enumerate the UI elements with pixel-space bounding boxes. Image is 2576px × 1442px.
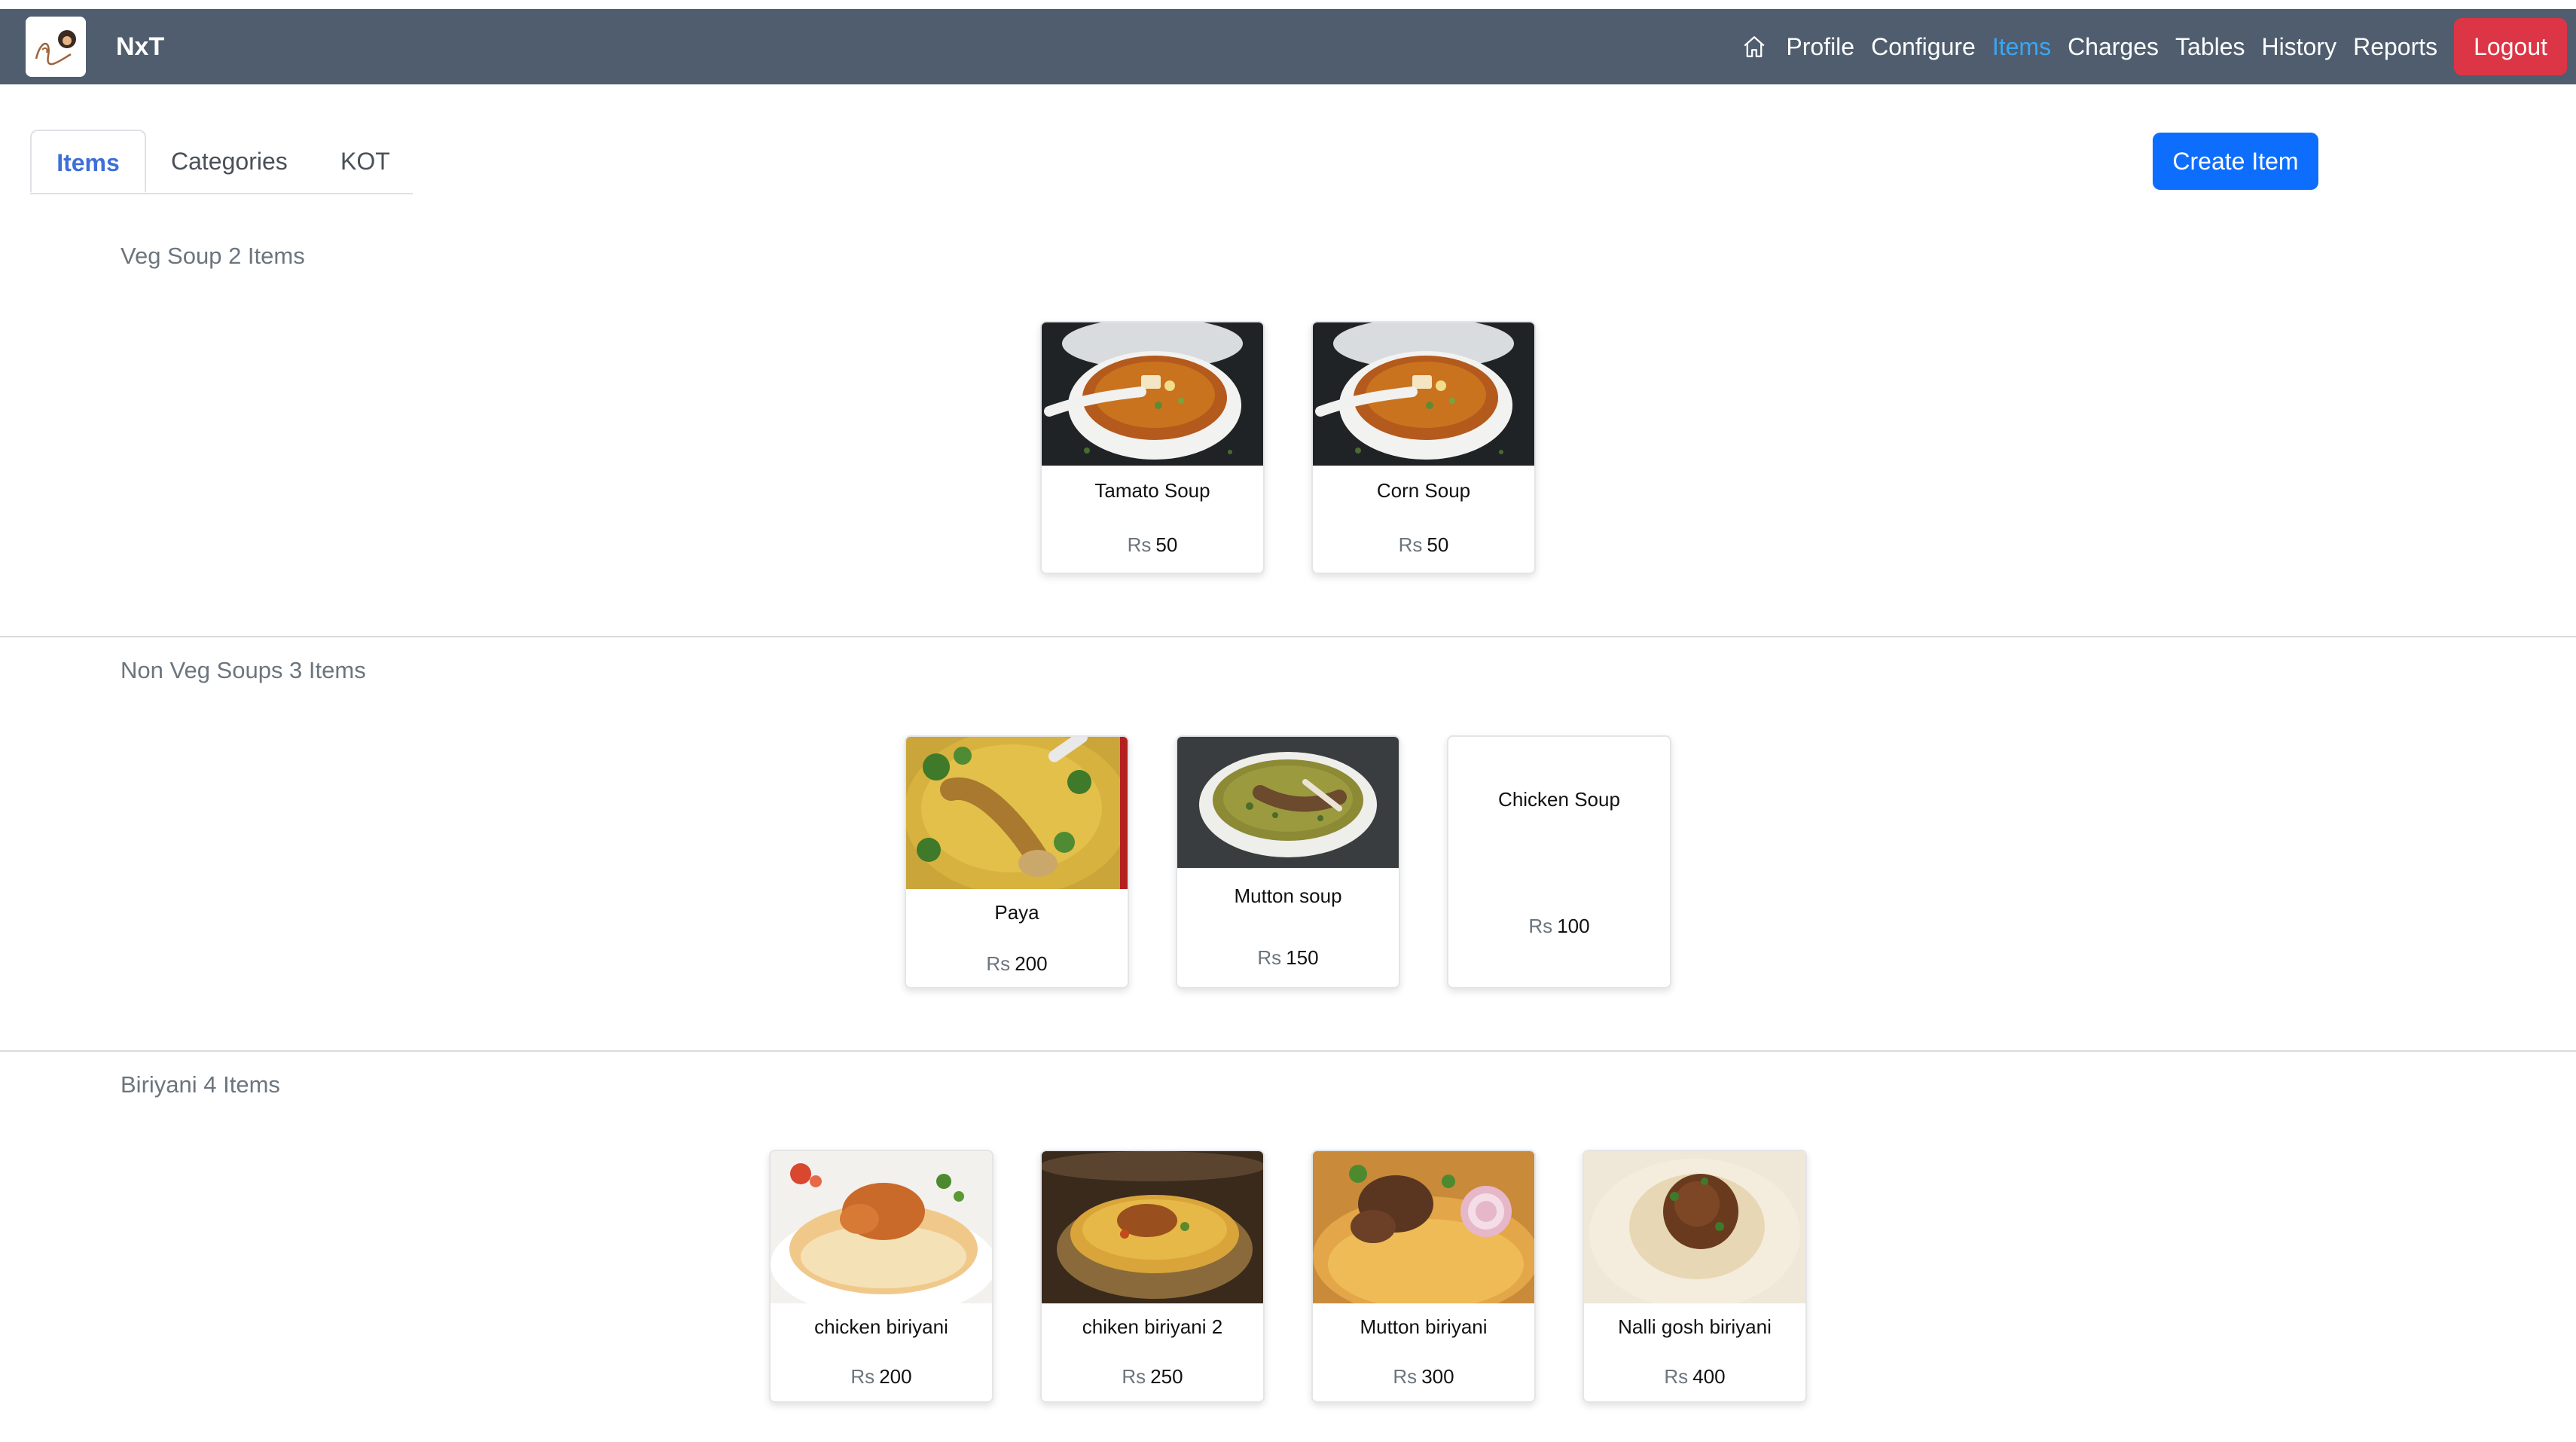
price-value: 150 bbox=[1286, 946, 1319, 969]
home-icon[interactable] bbox=[1739, 32, 1769, 62]
item-name: Nalli gosh biriyani bbox=[1618, 1315, 1772, 1338]
currency-label: Rs bbox=[850, 1365, 875, 1388]
currency-label: Rs bbox=[1664, 1365, 1689, 1388]
currency-label: Rs bbox=[1393, 1365, 1418, 1388]
item-name: chiken biriyani 2 bbox=[1082, 1315, 1223, 1338]
section-divider bbox=[0, 1050, 2576, 1052]
item-photo bbox=[1042, 1151, 1263, 1303]
price-value: 50 bbox=[1155, 533, 1178, 556]
item-price: Rs 200 bbox=[906, 952, 1128, 976]
nav-tables[interactable]: Tables bbox=[2175, 33, 2245, 61]
nav-items[interactable]: Items bbox=[1992, 33, 2051, 61]
item-card[interactable]: Tamato Soup Rs 50 bbox=[1040, 321, 1265, 574]
item-photo bbox=[1177, 737, 1399, 868]
item-price: Rs 200 bbox=[771, 1365, 992, 1389]
top-strip bbox=[0, 0, 2576, 9]
currency-label: Rs bbox=[1127, 533, 1152, 556]
item-photo bbox=[1584, 1151, 1805, 1303]
navbar: NxT Profile Configure Items Charges Tabl… bbox=[0, 9, 2576, 84]
price-value: 200 bbox=[1015, 952, 1048, 975]
item-photo bbox=[1042, 322, 1263, 466]
item-card[interactable]: Paya Rs 200 bbox=[905, 735, 1129, 988]
item-name: Mutton soup bbox=[1234, 884, 1342, 907]
item-photo bbox=[1313, 322, 1534, 466]
item-photo bbox=[771, 1151, 992, 1303]
brand-name[interactable]: NxT bbox=[116, 9, 164, 84]
item-name: Tamato Soup bbox=[1094, 479, 1210, 502]
section-divider bbox=[0, 636, 2576, 637]
nav-reports[interactable]: Reports bbox=[2353, 33, 2437, 61]
item-card[interactable]: Nalli gosh biriyani Rs 400 bbox=[1583, 1150, 1807, 1403]
tab-categories[interactable]: Categories bbox=[171, 130, 288, 193]
tab-kot[interactable]: KOT bbox=[340, 130, 390, 193]
item-price: Rs 400 bbox=[1584, 1365, 1805, 1389]
logo-image bbox=[26, 17, 86, 77]
item-card[interactable]: Chicken Soup Rs 100 bbox=[1447, 735, 1671, 988]
nav-configure[interactable]: Configure bbox=[1871, 33, 1976, 61]
price-value: 250 bbox=[1150, 1365, 1183, 1388]
item-card[interactable]: Corn Soup Rs 50 bbox=[1311, 321, 1536, 574]
item-card[interactable]: chiken biriyani 2 Rs 250 bbox=[1040, 1150, 1265, 1403]
section-title-veg-soup: Veg Soup 2 Items bbox=[121, 243, 305, 269]
main-nav: Profile Configure Items Charges Tables H… bbox=[1739, 9, 2567, 84]
brand-logo[interactable] bbox=[26, 17, 86, 77]
item-price: Rs 50 bbox=[1042, 533, 1263, 557]
currency-label: Rs bbox=[1528, 915, 1553, 937]
create-item-button[interactable]: Create Item bbox=[2153, 133, 2318, 190]
item-name: chicken biriyani bbox=[814, 1315, 948, 1338]
item-price: Rs 100 bbox=[1448, 915, 1670, 938]
item-photo bbox=[906, 737, 1128, 889]
item-price: Rs 300 bbox=[1313, 1365, 1534, 1389]
item-name: Mutton biriyani bbox=[1360, 1315, 1488, 1338]
item-card[interactable]: Mutton biriyani Rs 300 bbox=[1311, 1150, 1536, 1403]
item-price: Rs 50 bbox=[1313, 533, 1534, 557]
currency-label: Rs bbox=[1398, 533, 1423, 556]
item-tabs: Items Categories KOT bbox=[30, 130, 413, 194]
price-value: 50 bbox=[1427, 533, 1449, 556]
currency-label: Rs bbox=[1257, 946, 1282, 969]
item-name: Paya bbox=[994, 901, 1039, 924]
logout-button[interactable]: Logout bbox=[2454, 18, 2567, 75]
nav-charges[interactable]: Charges bbox=[2068, 33, 2159, 61]
price-value: 400 bbox=[1692, 1365, 1726, 1388]
item-price: Rs 150 bbox=[1177, 946, 1399, 970]
item-name: Corn Soup bbox=[1376, 479, 1471, 502]
nav-profile[interactable]: Profile bbox=[1786, 33, 1854, 61]
price-value: 100 bbox=[1557, 915, 1590, 937]
tab-items[interactable]: Items bbox=[30, 130, 146, 193]
section-title-biriyani: Biriyani 4 Items bbox=[121, 1071, 280, 1098]
item-price: Rs 250 bbox=[1042, 1365, 1263, 1389]
price-value: 300 bbox=[1421, 1365, 1454, 1388]
section-title-non-veg-soups: Non Veg Soups 3 Items bbox=[121, 657, 366, 683]
item-name: Chicken Soup bbox=[1498, 788, 1620, 811]
nav-history[interactable]: History bbox=[2262, 33, 2337, 61]
item-card[interactable]: chicken biriyani Rs 200 bbox=[769, 1150, 993, 1403]
price-value: 200 bbox=[879, 1365, 912, 1388]
item-card[interactable]: Mutton soup Rs 150 bbox=[1176, 735, 1400, 988]
currency-label: Rs bbox=[1122, 1365, 1146, 1388]
item-photo bbox=[1313, 1151, 1534, 1303]
currency-label: Rs bbox=[986, 952, 1011, 975]
